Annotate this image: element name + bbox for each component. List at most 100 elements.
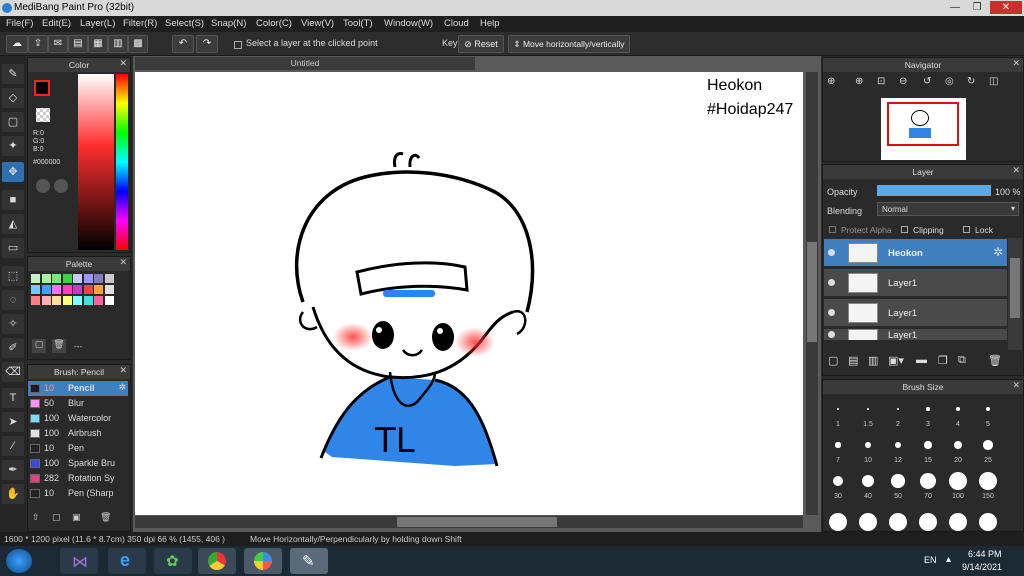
layer-row[interactable]: Layer1 [824,299,1007,327]
layer-visibility-icon[interactable] [828,331,835,338]
merge-down-icon[interactable]: ⧉ [958,354,966,367]
text-tool-icon[interactable]: T [2,388,24,408]
menu-help[interactable]: Help [480,18,500,29]
rotate-left-icon[interactable]: ↺ [923,76,931,87]
gradient-tool-icon[interactable]: ▭ [2,238,24,258]
select-pen-icon[interactable]: ✐ [2,338,24,358]
move-tool-icon[interactable]: ✥ [2,162,24,182]
zoom-actual-icon[interactable]: ⊡ [877,76,885,87]
medibang-task-icon[interactable] [244,548,282,574]
palette-swatch[interactable] [31,274,40,283]
chrome-task-icon[interactable] [198,548,236,574]
menu-view[interactable]: View(V) [301,18,334,29]
rect-tool-icon[interactable]: ▢ [2,112,24,132]
tiles-icon[interactable]: ▩ [128,35,148,53]
brush-size-option[interactable] [926,407,930,411]
start-button[interactable] [6,549,32,573]
menu-tool[interactable]: Tool(T) [343,18,373,29]
new-halftone-layer-icon[interactable]: ▤ [848,354,858,367]
brush-panel-close-icon[interactable]: ✕ [119,365,127,376]
zoom-in-icon[interactable]: ⊕ [855,76,863,87]
canvas-hscroll-thumb[interactable] [397,517,557,527]
color-wheel-icon[interactable] [36,179,50,193]
brush-size-option[interactable] [859,513,877,531]
clock-time[interactable]: 6:44 PM [968,549,1002,559]
layer-settings-gear-icon[interactable]: ✲ [993,245,1003,259]
brush-size-option[interactable] [829,513,847,531]
palette-swatch[interactable] [104,274,114,283]
palette-panel-close-icon[interactable]: ✕ [119,257,127,268]
comment-icon[interactable]: ✉ [48,35,68,53]
operation-tool-icon[interactable]: ➤ [2,412,24,432]
palette-swatch[interactable] [62,274,72,283]
drawing-canvas[interactable]: TL Heokon #Hoidap247 [135,72,803,515]
clipping-checkbox[interactable] [901,226,908,233]
palette-swatch[interactable] [83,296,93,305]
brush-size-option[interactable] [956,407,960,411]
minimize-button[interactable]: — [944,1,966,14]
palette-swatch[interactable] [94,296,103,305]
navigator-close-icon[interactable]: ✕ [1012,58,1020,69]
brush-item[interactable]: 10 Pen (Sharp [28,486,128,501]
navigator-preview[interactable] [881,98,966,160]
app-task-icon[interactable]: ✿ [154,548,192,574]
rotate-right-icon[interactable]: ↻ [967,76,975,87]
brush-size-close-icon[interactable]: ✕ [1012,380,1020,391]
primary-color-swatch[interactable] [34,80,50,96]
brush-copy-icon[interactable]: ▣ [72,512,81,523]
eyedropper-icon[interactable]: ⁄ [2,436,24,456]
menu-file[interactable]: File(F) [6,18,33,29]
brush-size-option[interactable] [983,440,993,450]
brush-size-option[interactable] [891,474,905,488]
color-panel-close-icon[interactable]: ✕ [119,58,127,69]
paint-task-icon[interactable]: ✎ [290,548,328,574]
lasso-icon[interactable]: ◌ [2,290,24,310]
layer-visibility-icon[interactable] [828,279,835,286]
share-icon[interactable]: ⇪ [28,35,48,53]
palette-swatch[interactable] [94,274,103,283]
palette-swatch[interactable] [62,285,72,294]
color-sv-field[interactable] [78,74,114,250]
layer-scroll[interactable] [1008,238,1022,350]
tray-arrow-icon[interactable]: ▴ [946,554,951,565]
close-button[interactable]: ✕ [990,1,1022,14]
menu-edit[interactable]: Edit(E) [42,18,71,29]
visual-studio-task-icon[interactable]: ⋈ [60,548,98,574]
palette-swatch[interactable] [31,285,40,294]
palette-swatch[interactable] [31,296,40,305]
select-eraser-icon[interactable]: ⌫ [2,362,24,382]
new-8bit-layer-icon[interactable]: ▥ [868,354,878,367]
bucket-tool-icon[interactable]: ◭ [2,214,24,234]
brush-item[interactable]: 282 Rotation Sy [28,471,128,486]
canvas-vscroll-thumb[interactable] [807,242,817,342]
move-hv-button[interactable]: ⇕ Move horizontally/vertically [508,35,630,53]
brush-size-option[interactable] [835,442,841,448]
new-layer-icon[interactable]: ▢ [828,354,838,367]
brush-size-option[interactable] [979,513,997,531]
brush-size-option[interactable] [889,513,907,531]
grid-icon[interactable]: ▥ [108,35,128,53]
brush-item[interactable]: 10 Pencil ✲ [28,381,128,396]
color-picker-icon[interactable] [54,179,68,193]
add-layer-menu-icon[interactable]: ▣▾ [888,354,904,367]
palette-swatch[interactable] [83,285,93,294]
flip-icon[interactable]: ◫ [989,76,998,87]
lock-checkbox[interactable] [963,226,970,233]
palette-swatch[interactable] [73,296,82,305]
layer-row[interactable]: Heokon ✲ [824,239,1007,267]
palette-swatch[interactable] [52,285,61,294]
palette-swatch[interactable] [73,274,82,283]
canvas-vscroll[interactable] [806,72,818,515]
palette-swatch[interactable] [73,285,82,294]
brush-size-option[interactable] [837,408,839,410]
palette-swatch[interactable] [104,296,114,305]
brush-item[interactable]: 10 Pen [28,441,128,456]
layer-scroll-thumb[interactable] [1010,258,1020,318]
palette-swatch[interactable] [41,296,51,305]
opacity-slider[interactable] [877,185,991,196]
clock-date[interactable]: 9/14/2021 [962,562,1002,572]
chat-icon[interactable]: ▤ [68,35,88,53]
page-icon[interactable]: ▦ [88,35,108,53]
brush-tool-icon[interactable]: ✎ [2,64,24,84]
palette-swatch[interactable] [83,274,93,283]
